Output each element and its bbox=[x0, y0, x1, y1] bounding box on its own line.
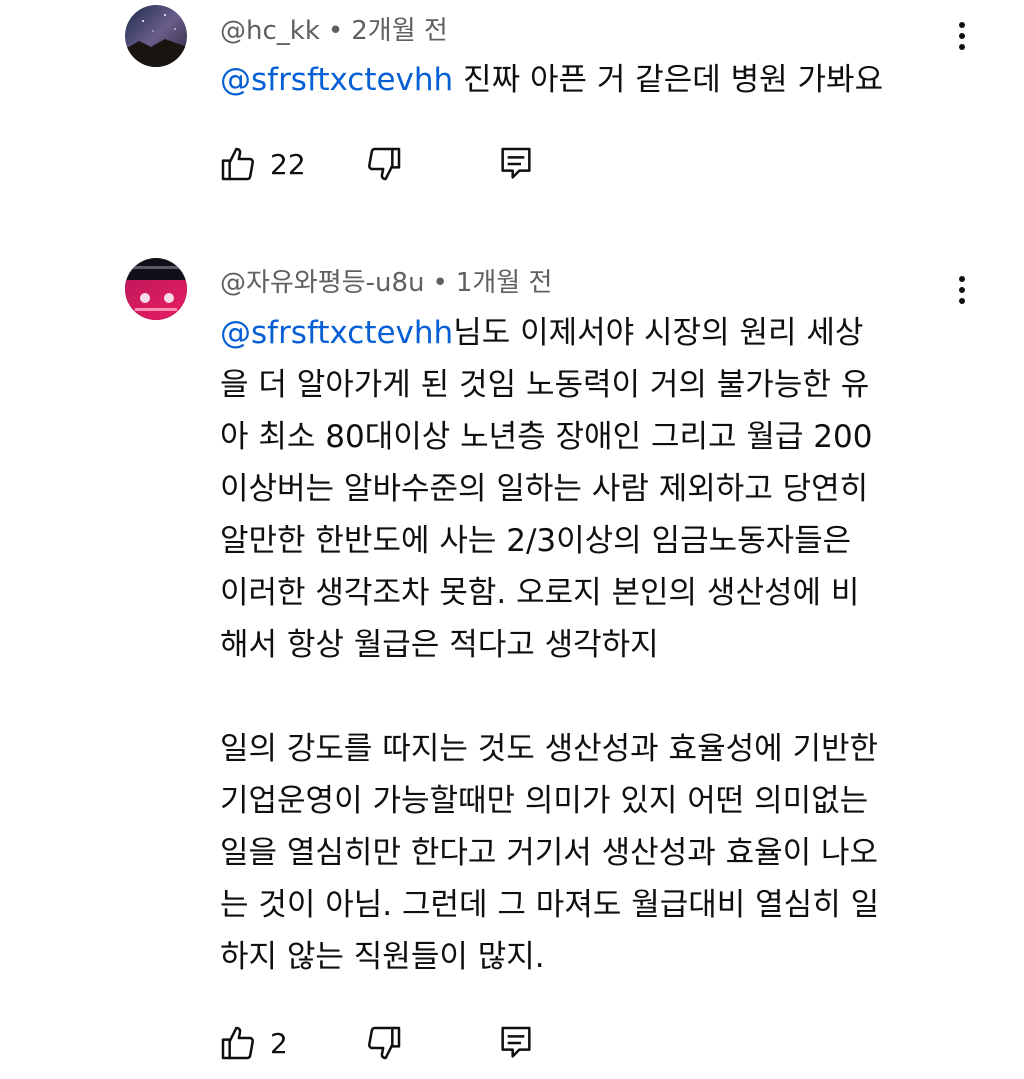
reply-icon bbox=[496, 144, 536, 184]
like-button[interactable]: 22 bbox=[218, 142, 306, 186]
avatar[interactable] bbox=[125, 5, 187, 67]
comment-line: 을 더 알아가게 된 것임 노동력이 거의 불가능한 유 bbox=[220, 367, 870, 403]
comment-line: @sfrsftxctevhh 진짜 아픈 거 같은데 병원 가봐요 bbox=[220, 54, 950, 106]
like-button[interactable]: 2 bbox=[218, 1021, 288, 1065]
paragraph-break bbox=[220, 671, 950, 723]
author-name[interactable]: @hc_kk bbox=[220, 16, 320, 46]
dislike-button[interactable] bbox=[364, 1021, 404, 1065]
comment-text: @sfrsftxctevhh 진짜 아픈 거 같은데 병원 가봐요 bbox=[220, 54, 950, 106]
reply-icon bbox=[496, 1023, 536, 1063]
thumb-up-icon bbox=[218, 144, 258, 184]
comment-line: 하지 않는 직원들이 많지. bbox=[220, 939, 545, 975]
dislike-button[interactable] bbox=[364, 142, 404, 186]
comment-line: 알만한 한반도에 사는 2/3이상의 임금노동자들은 bbox=[220, 523, 852, 559]
comment-line: 이상버는 알바수준의 일하는 사람 제외하고 당연히 bbox=[220, 471, 869, 507]
meta-separator: • bbox=[327, 16, 344, 46]
thumb-down-icon bbox=[364, 144, 404, 184]
comment-line-text: 진짜 아픈 거 같은데 병원 가봐요 bbox=[453, 62, 884, 98]
meta-separator: • bbox=[432, 268, 448, 298]
comment-line-text: 님도 이제서야 시장의 원리 세상 bbox=[453, 315, 864, 351]
comment-time: 1개월 전 bbox=[455, 268, 553, 298]
comment-line: 일을 열심히만 한다고 거기서 생산성과 효율이 나오 bbox=[220, 835, 879, 871]
comment-line: 아 최소 80대이상 노년층 장애인 그리고 월급 200 bbox=[220, 419, 873, 455]
author-name[interactable]: @자유와평등-u8u bbox=[220, 268, 424, 298]
reply-button[interactable] bbox=[496, 1021, 536, 1065]
reply-button[interactable] bbox=[496, 142, 536, 186]
more-vert-icon[interactable] bbox=[948, 16, 976, 56]
comment-line: 해서 항상 월급은 적다고 생각하지 bbox=[220, 627, 659, 663]
comment-line: 기업운영이 가능할때만 의미가 있지 어떤 의미없는 bbox=[220, 783, 869, 819]
thumb-up-icon bbox=[218, 1023, 258, 1063]
comment-meta: @자유와평등-u8u • 1개월 전 bbox=[220, 262, 552, 299]
more-vert-icon[interactable] bbox=[948, 270, 976, 310]
mention-link[interactable]: @sfrsftxctevhh bbox=[220, 62, 453, 98]
comment-time: 2개월 전 bbox=[351, 16, 448, 46]
thumb-down-icon bbox=[364, 1023, 404, 1063]
comment-line: 는 것이 아님. 그런데 그 마져도 월급대비 열심히 일 bbox=[220, 887, 880, 923]
like-count: 22 bbox=[270, 147, 306, 181]
avatar[interactable] bbox=[125, 258, 187, 320]
comment-line: 일의 강도를 따지는 것도 생산성과 효율성에 기반한 bbox=[220, 731, 879, 767]
comment-text: @sfrsftxctevhh님도 이제서야 시장의 원리 세상 을 더 알아가게… bbox=[220, 307, 950, 983]
comment-line: @sfrsftxctevhh님도 이제서야 시장의 원리 세상 bbox=[220, 307, 950, 359]
mention-link[interactable]: @sfrsftxctevhh bbox=[220, 315, 453, 351]
comment-line: 이러한 생각조차 못함. 오로지 본인의 생산성에 비 bbox=[220, 575, 860, 611]
comment-meta: @hc_kk • 2개월 전 bbox=[220, 10, 448, 47]
like-count: 2 bbox=[270, 1026, 288, 1060]
